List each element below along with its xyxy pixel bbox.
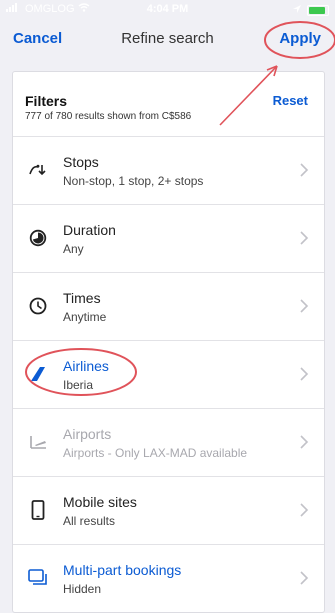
filter-row-value: Airports - Only LAX-MAD available [63,446,248,460]
airline-tail-icon [27,363,49,385]
location-icon [293,4,301,16]
results-summary: 777 of 780 results shown from C$586 [25,111,192,122]
filter-row-title: Stops [63,154,99,170]
airport-icon [27,431,49,453]
clock-icon [27,295,49,317]
filter-row-value: Non-stop, 1 stop, 2+ stops [63,174,204,188]
filters-header: Filters 777 of 780 results shown from C$… [13,72,324,137]
filter-row-multi-part-bookings[interactable]: Multi-part bookings Hidden [13,545,324,612]
duration-icon [27,227,49,249]
stops-icon [27,159,49,181]
filter-row-duration[interactable]: Duration Any [13,205,324,273]
multi-part-icon [27,567,49,589]
chevron-right-icon [300,231,309,245]
mobile-icon [27,499,49,521]
filter-row-mobile-sites[interactable]: Mobile sites All results [13,477,324,545]
filter-row-value: Any [63,242,84,256]
chevron-right-icon [300,299,309,313]
filter-row-title: Airlines [63,358,109,374]
filter-row-times[interactable]: Times Anytime [13,273,324,341]
filter-row-value: Iberia [63,378,94,392]
apply-button[interactable]: Apply [279,30,321,47]
filters-card: Filters 777 of 780 results shown from C$… [12,71,325,613]
nav-bar: Cancel Refine search Apply [0,20,335,58]
filter-row-stops[interactable]: Stops Non-stop, 1 stop, 2+ stops [13,137,324,205]
filter-row-title: Airports [63,426,112,442]
filter-row-airports[interactable]: Airports Airports - Only LAX-MAD availab… [13,409,324,477]
chevron-right-icon [300,503,309,517]
chevron-right-icon [300,571,309,585]
chevron-right-icon [300,163,309,177]
filter-row-value: Hidden [63,582,102,596]
chevron-right-icon [300,435,309,449]
filter-row-value: Anytime [63,310,107,324]
status-time: 4:04 PM [146,3,189,15]
reset-button[interactable]: Reset [273,93,308,108]
filter-row-title: Mobile sites [63,494,137,510]
filter-row-value: All results [63,514,116,528]
status-bar: OMGLOG 4:04 PM [0,0,335,20]
filter-row-airlines[interactable]: Airlines Iberia [13,341,324,409]
chevron-right-icon [300,367,309,381]
filters-title: Filters [25,93,68,109]
filter-row-title: Times [63,290,101,306]
filter-row-title: Duration [63,222,116,238]
filter-row-title: Multi-part bookings [63,562,182,578]
battery-icon [307,4,329,16]
status-right [293,4,329,16]
